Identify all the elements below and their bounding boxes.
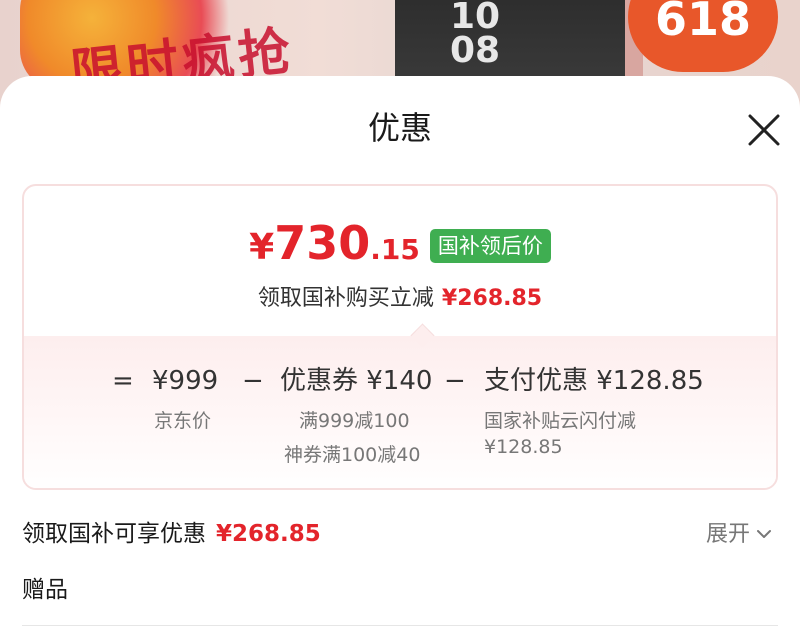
row-divider bbox=[22, 625, 778, 626]
payment-discount: 支付优惠 ¥128.85 bbox=[484, 366, 704, 396]
final-price-row: ¥730.15 国补领后价 bbox=[24, 216, 776, 270]
close-button[interactable] bbox=[742, 108, 786, 152]
final-price-currency: ¥ bbox=[249, 227, 275, 268]
subsidy-row: 领取国补可享优惠 ¥268.85 bbox=[22, 514, 321, 548]
final-price-integer: 730 bbox=[274, 216, 371, 270]
expand-button[interactable]: 展开 bbox=[706, 516, 772, 548]
discount-sheet: 优惠 ¥730.15 国补领后价 领取国补购买立减 ¥268.85 = ¥999 京… bbox=[0, 76, 800, 636]
coupon-discount: 优惠券 ¥140 bbox=[280, 366, 433, 396]
coupon-detail-2: 神券满100减40 bbox=[284, 444, 421, 466]
subsidy-row-label: 领取国补可享优惠 bbox=[22, 521, 206, 547]
payment-detail-1: 国家补贴云闪付减 bbox=[484, 410, 637, 432]
minus-sign-1: − bbox=[242, 366, 264, 396]
discount-summary-amount: ¥268.85 bbox=[441, 286, 543, 311]
sheet-title: 优惠 bbox=[367, 109, 432, 147]
base-price: ¥999 bbox=[152, 366, 219, 396]
gift-row[interactable]: 赠品 bbox=[22, 570, 68, 604]
chevron-down-icon bbox=[756, 520, 772, 545]
subsidy-row-amount: ¥268.85 bbox=[216, 521, 321, 547]
close-icon bbox=[748, 114, 780, 146]
final-price-decimal: .15 bbox=[370, 233, 420, 266]
discount-summary-label: 领取国补购买立减 bbox=[257, 286, 434, 311]
discount-summary: 领取国补购买立减 ¥268.85 bbox=[24, 280, 776, 312]
banner-618-text: 618 bbox=[655, 0, 752, 46]
coupon-detail-1: 满999减100 bbox=[299, 410, 410, 432]
subsidy-price-tag: 国补领后价 bbox=[429, 229, 551, 263]
price-breakdown-card: ¥730.15 国补领后价 领取国补购买立减 ¥268.85 = ¥999 京东价 … bbox=[22, 184, 778, 490]
base-price-label: 京东价 bbox=[154, 410, 212, 432]
payment-detail-2: ¥128.85 bbox=[484, 436, 563, 458]
banner-watch-time: 10 08 bbox=[450, 0, 501, 71]
minus-sign-2: − bbox=[444, 366, 466, 396]
expand-label: 展开 bbox=[706, 522, 751, 547]
equals-sign: = bbox=[112, 366, 134, 396]
